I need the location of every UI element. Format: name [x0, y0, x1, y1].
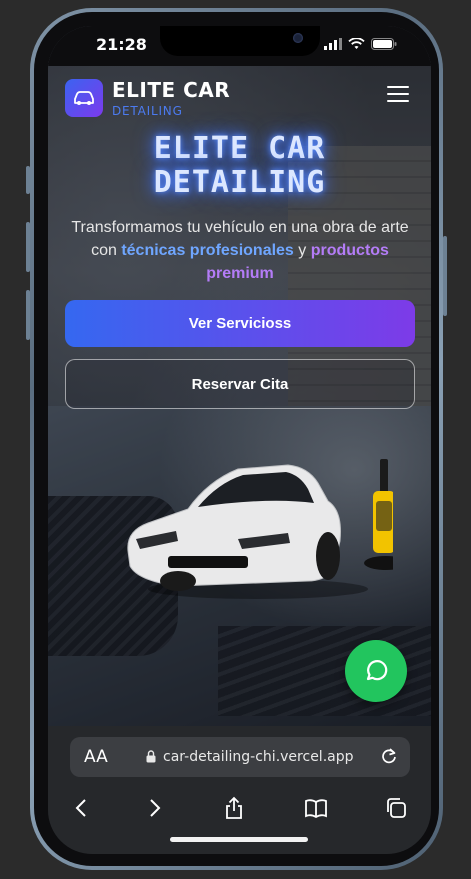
- tabs-button[interactable]: [382, 794, 410, 822]
- volume-down-button: [26, 290, 30, 340]
- forward-icon: [150, 799, 161, 817]
- car-3d-model[interactable]: [118, 431, 393, 606]
- wifi-icon: [348, 38, 365, 49]
- browser-toolbar: AA car-detailing-chi.vercel.app: [48, 726, 431, 854]
- share-button[interactable]: [220, 794, 248, 822]
- back-button[interactable]: [67, 794, 95, 822]
- back-icon: [75, 799, 86, 817]
- forward-button[interactable]: [141, 794, 169, 822]
- bookmarks-button[interactable]: [302, 794, 330, 822]
- battery-icon: [371, 38, 397, 50]
- book-appointment-button[interactable]: Reservar Cita: [65, 359, 415, 409]
- logo[interactable]: [65, 79, 103, 117]
- power-button: [443, 236, 447, 316]
- status-bar: 21:28: [48, 26, 431, 66]
- screen: 21:28 ELITE CAR DETAILING ELITE CAR DETA…: [48, 26, 431, 854]
- hero-description: Transformamos tu vehículo en una obra de…: [70, 216, 410, 285]
- site-header: ELITE CAR DETAILING: [48, 66, 431, 128]
- car-icon: [74, 91, 94, 105]
- brand-subtitle: DETAILING: [112, 104, 183, 118]
- address-bar[interactable]: AA car-detailing-chi.vercel.app: [70, 737, 410, 777]
- hamburger-menu-icon[interactable]: [387, 86, 409, 104]
- hero-title-line1: ELITE CAR: [153, 131, 326, 166]
- reader-settings-button[interactable]: AA: [84, 747, 108, 767]
- url-text[interactable]: car-detailing-chi.vercel.app: [163, 749, 354, 765]
- silent-switch: [26, 166, 30, 194]
- hero-text-part2: y: [293, 242, 311, 259]
- bookmarks-icon: [305, 799, 327, 818]
- lock-icon: [146, 750, 156, 763]
- reload-icon[interactable]: [380, 747, 398, 765]
- hero-title: ELITE CAR DETAILING: [48, 132, 431, 200]
- status-time: 21:28: [96, 35, 147, 54]
- notch: [160, 26, 320, 56]
- whatsapp-chat-icon: [366, 660, 388, 681]
- status-icons: [324, 38, 397, 50]
- browser-nav-row: [48, 790, 431, 824]
- signal-icon: [324, 38, 342, 50]
- share-icon: [226, 796, 242, 819]
- brand-name: ELITE CAR: [112, 78, 231, 102]
- front-camera: [293, 33, 303, 43]
- tabs-icon: [387, 798, 406, 818]
- home-indicator[interactable]: [170, 837, 308, 842]
- whatsapp-button[interactable]: [345, 640, 407, 702]
- view-services-button[interactable]: Ver Servicioss: [65, 300, 415, 347]
- hero-title-line2: DETAILING: [153, 165, 326, 200]
- volume-up-button: [26, 222, 30, 272]
- highlight-blue: técnicas profesionales: [121, 242, 294, 259]
